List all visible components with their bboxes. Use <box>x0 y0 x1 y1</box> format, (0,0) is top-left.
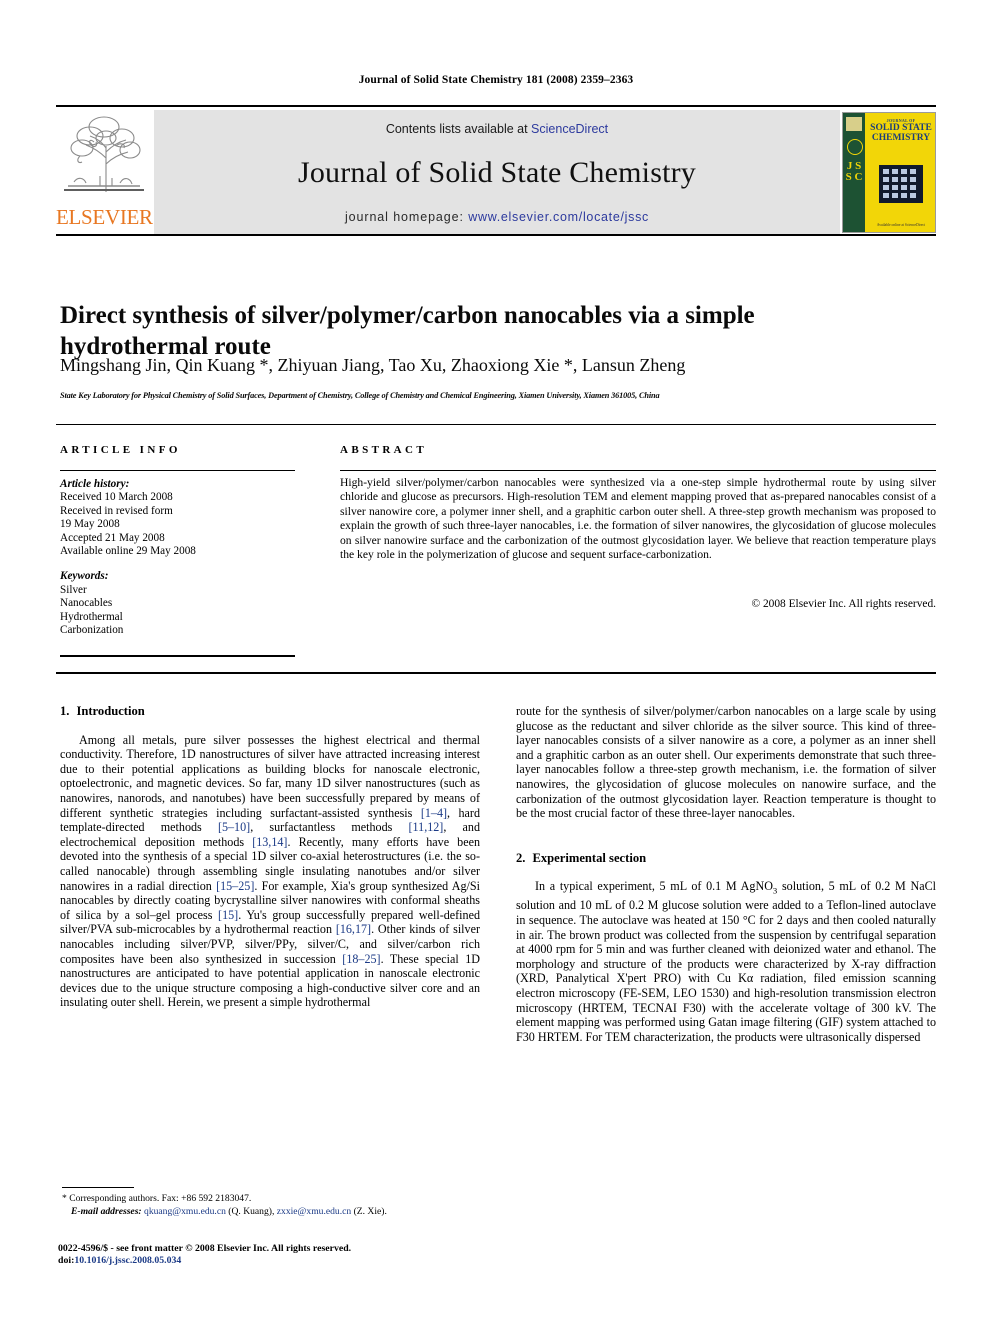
citation-ref[interactable]: [1–4] <box>421 806 447 820</box>
citation-ref[interactable]: [15] <box>218 908 238 922</box>
cover-spine: J S S C <box>843 113 865 232</box>
journal-homepage-line: journal homepage: www.elsevier.com/locat… <box>154 210 840 224</box>
citation-ref[interactable]: [11,12] <box>409 820 444 834</box>
cover-spine-emblem-icon <box>847 139 863 155</box>
section-number-2: 2. <box>516 850 526 865</box>
section-title-1: Introduction <box>76 704 145 718</box>
experimental-paragraph: In a typical experiment, 5 mL of 0.1 M A… <box>516 879 936 1044</box>
sciencedirect-link[interactable]: ScienceDirect <box>531 122 608 136</box>
email-link-2[interactable]: zxxie@xmu.edu.cn <box>277 1206 351 1217</box>
history-line-4: Available online 29 May 2008 <box>60 545 196 558</box>
citation-ref[interactable]: [13,14] <box>252 835 287 849</box>
abstract-heading: ABSTRACT <box>340 444 428 456</box>
cover-spine-letters: J S S C <box>845 160 863 183</box>
contents-prefix: Contents lists available at <box>385 122 532 136</box>
email-owner-1: (Q. Kuang), <box>228 1205 275 1217</box>
body-column-right: route for the synthesis of silver/polyme… <box>516 704 936 1044</box>
journal-homepage-link[interactable]: www.elsevier.com/locate/jssc <box>468 210 649 224</box>
history-line-2: 19 May 2008 <box>60 518 120 531</box>
masthead-bottom-rule <box>56 234 936 236</box>
doi-link[interactable]: 10.1016/j.jssc.2008.05.034 <box>74 1255 181 1266</box>
history-line-3: Accepted 21 May 2008 <box>60 531 165 544</box>
keyword-3: Carbonization <box>60 624 124 637</box>
running-head: Journal of Solid State Chemistry 181 (20… <box>358 74 634 86</box>
keywords-label: Keywords: <box>60 570 109 582</box>
contents-line: Contents lists available at ScienceDirec… <box>154 122 840 136</box>
doi-label: doi: <box>58 1255 75 1267</box>
abstract-copyright: © 2008 Elsevier Inc. All rights reserved… <box>751 598 936 610</box>
email-link-1[interactable]: qkuang@xmu.edu.cn <box>144 1206 226 1217</box>
author-list: Mingshang Jin, Qin Kuang *, Zhiyuan Jian… <box>60 355 686 375</box>
abstract-rule <box>340 470 936 471</box>
citation-ref[interactable]: [5–10] <box>218 820 250 834</box>
article-info-bottom-rule <box>60 655 295 657</box>
intro-paragraph-part2: route for the synthesis of silver/polyme… <box>516 704 936 821</box>
abstract-text: High-yield silver/polymer/carbon nanocab… <box>340 476 936 562</box>
citation-ref[interactable]: [15–25] <box>216 879 254 893</box>
article-info-heading: ARTICLE INFO <box>60 444 181 456</box>
keyword-2: Hydrothermal <box>60 610 123 623</box>
history-line-0: Received 10 March 2008 <box>60 491 173 504</box>
abstract-bottom-rule <box>56 672 936 674</box>
intro-paragraph-part1: Among all metals, pure silver possesses … <box>60 732 481 1010</box>
cover-artwork-image <box>879 165 923 203</box>
imprint-line: 0022-4596/$ - see front matter © 2008 El… <box>58 1243 352 1254</box>
body-column-left: 1. Introduction Among all metals, pure si… <box>60 704 480 1010</box>
section-number-1: 1. <box>60 704 70 718</box>
keywords-block: Keywords: Silver Nanocables Hydrothermal… <box>60 570 300 638</box>
footnote-block: * Corresponding authors. Fax: +86 592 21… <box>62 1193 492 1218</box>
section-heading-introduction: 1. Introduction <box>60 704 480 719</box>
section-heading-experimental: 2. Experimental section <box>516 851 936 866</box>
paper-page: Journal of Solid State Chemistry 181 (20… <box>0 0 992 1323</box>
footnote-rule <box>62 1187 134 1188</box>
journal-cover-thumbnail: J S S C JOURNAL OF SOLID STATE CHEMISTRY <box>842 112 936 233</box>
email-addresses-line: E-mail addresses: qkuang@xmu.edu.cn (Q. … <box>62 1206 492 1219</box>
email-addresses-label: E-mail addresses: <box>71 1205 142 1217</box>
cover-title-line1: SOLID STATE <box>870 123 932 133</box>
cover-title: JOURNAL OF SOLID STATE CHEMISTRY <box>869 118 933 143</box>
page-title: Direct synthesis of silver/polymer/carbo… <box>60 301 755 360</box>
info-top-rule <box>56 424 936 425</box>
email-owner-2: (Z. Xie). <box>353 1205 387 1217</box>
journal-masthead: ELSEVIER Contents lists available at Sci… <box>56 110 936 234</box>
article-info-rule <box>60 470 295 471</box>
keyword-1: Nanocables <box>60 597 113 610</box>
elsevier-spine-icon <box>846 117 862 131</box>
affiliation: State Key Laboratory for Physical Chemis… <box>60 391 660 400</box>
cover-title-line2: CHEMISTRY <box>871 133 931 143</box>
corresponding-author-note: * Corresponding authors. Fax: +86 592 21… <box>62 1193 252 1204</box>
article-history: Article history: Received 10 March 2008 … <box>60 478 300 558</box>
journal-title: Journal of Solid State Chemistry <box>297 156 697 189</box>
elsevier-logo: ELSEVIER <box>56 110 153 234</box>
section-title-2: Experimental section <box>532 850 647 865</box>
citation-ref[interactable]: [16,17] <box>336 922 371 936</box>
citation-ref[interactable]: [18–25] <box>342 952 380 966</box>
keyword-0: Silver <box>60 583 87 596</box>
imprint-block: 0022-4596/$ - see front matter © 2008 El… <box>58 1243 518 1268</box>
history-line-1: Received in revised form <box>60 504 173 517</box>
elsevier-wordmark: ELSEVIER <box>56 205 153 229</box>
homepage-prefix: journal homepage: <box>345 210 469 224</box>
cover-footer-note: Available online at ScienceDirect <box>876 223 926 227</box>
header-rule <box>56 105 936 107</box>
doi-line: doi:10.1016/j.jssc.2008.05.034 <box>58 1255 518 1267</box>
elsevier-tree-icon <box>60 112 148 200</box>
article-history-label: Article history: <box>60 478 130 490</box>
